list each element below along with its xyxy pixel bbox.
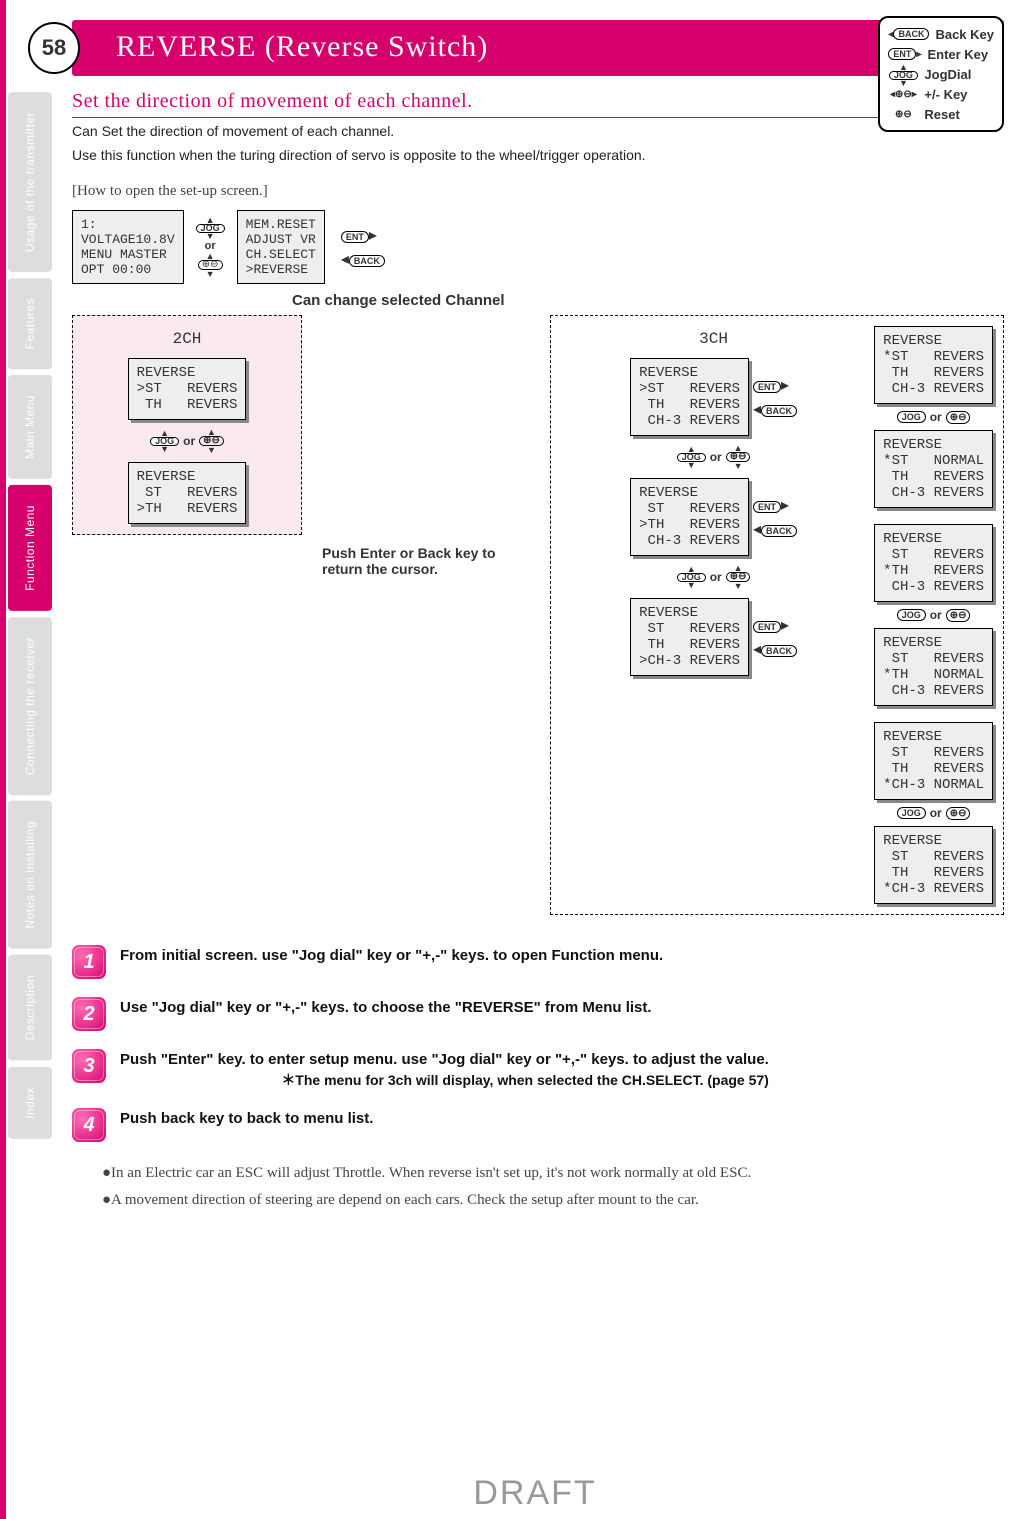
step-text-1: From initial screen. use "Jog dial" key … (120, 945, 663, 966)
lcd-3ch-r4: REVERSE ST REVERS TH REVERS *CH-3 NORMAL (874, 722, 993, 800)
tab-index[interactable]: Index (8, 1067, 52, 1139)
step-1: 1 From initial screen. use "Jog dial" ke… (72, 945, 1004, 979)
legend-enter: Enter Key (927, 47, 988, 62)
side-tabs: Usage of the transmitter Features Main M… (6, 0, 54, 1519)
2ch-panel: 2CH REVERSE >ST REVERS TH REVERS ▲JOG▼ o… (72, 315, 302, 535)
lcd-3ch-l1: REVERSE ST REVERS >TH REVERS CH-3 REVERS (630, 478, 749, 556)
cursor-hint: Push Enter or Back key to return the cur… (322, 545, 530, 577)
tab-function-menu[interactable]: Function Menu (8, 485, 52, 611)
lcd-3ch-r2: REVERSE ST REVERS *TH REVERS CH-3 REVERS (874, 524, 993, 602)
lcd-3ch-r5: REVERSE ST REVERS TH REVERS *CH-3 REVERS (874, 826, 993, 904)
step-badge-1: 1 (72, 945, 106, 979)
jog-icon: ▲JOG▼ (888, 62, 918, 87)
note-1: ●In an Electric car an ESC will adjust T… (102, 1162, 1004, 1185)
3ch-panel: 3CH REVERSE >ST REVERS TH REVERS CH-3 RE… (550, 315, 1004, 915)
step-badge-4: 4 (72, 1108, 106, 1142)
tab-description[interactable]: Description (8, 955, 52, 1061)
lcd-menu: MEM.RESET ADJUST VR CH.SELECT >REVERSE (237, 210, 325, 284)
subtitle: Set the direction of movement of each ch… (72, 90, 1004, 118)
tab-usage[interactable]: Usage of the transmitter (8, 92, 52, 272)
tab-main-menu[interactable]: Main Menu (8, 375, 52, 479)
step-sub-3: ＊The menu for 3ch will display, when sel… (120, 1070, 769, 1090)
page-number: 58 (28, 22, 80, 74)
lcd-initial: 1: VOLTAGE10.8V MENU MASTER OPT 00:00 (72, 210, 184, 284)
step-4: 4 Push back key to back to menu list. (72, 1108, 1004, 1142)
plusminus-icon: ◂⊕⊖▸ (888, 89, 918, 100)
legend-pm: +/- Key (924, 87, 967, 102)
reset-icon: ⊕⊖ (888, 109, 918, 120)
back-key-icon: ◂BACK (888, 28, 929, 40)
lcd-3ch-r3: REVERSE ST REVERS *TH NORMAL CH-3 REVERS (874, 628, 993, 706)
howto-heading: [How to open the set-up screen.] (72, 183, 1004, 200)
jog-or-pm-1: ▲JOG▼ or ▲⊕⊖▼ (196, 217, 225, 278)
ent-icon: ENT▸ (341, 225, 385, 245)
step-text-4: Push back key to back to menu list. (120, 1108, 373, 1129)
tab-features[interactable]: Features (8, 278, 52, 369)
intro-2: Use this function when the turing direct… (72, 146, 1004, 166)
key-legend: ◂BACK Back Key ENT▸ Enter Key ▲JOG▼ JogDial… (878, 16, 1004, 132)
lcd-3ch-r0: REVERSE *ST REVERS TH REVERS CH-3 REVERS (874, 326, 993, 404)
enter-key-icon: ENT▸ (888, 48, 921, 60)
change-channel-label: Can change selected Channel (292, 292, 1004, 309)
legend-back: Back Key (935, 27, 994, 42)
draft-watermark: DRAFT (473, 1474, 596, 1513)
step-badge-3: 3 (72, 1049, 106, 1083)
legend-reset: Reset (924, 107, 959, 122)
lcd-2ch-a: REVERSE >ST REVERS TH REVERS (128, 358, 247, 420)
2ch-title: 2CH (83, 330, 291, 348)
step-2: 2 Use "Jog dial" key or "+,-" keys. to c… (72, 997, 1004, 1031)
back-icon: ◂BACK (341, 249, 385, 269)
lcd-3ch-l2: REVERSE ST REVERS TH REVERS >CH-3 REVERS (630, 598, 749, 676)
lcd-3ch-r1: REVERSE *ST NORMAL TH REVERS CH-3 REVERS (874, 430, 993, 508)
step-badge-2: 2 (72, 997, 106, 1031)
step-text-2: Use "Jog dial" key or "+,-" keys. to cho… (120, 997, 652, 1018)
lcd-2ch-b: REVERSE ST REVERS >TH REVERS (128, 462, 247, 524)
lcd-3ch-l0: REVERSE >ST REVERS TH REVERS CH-3 REVERS (630, 358, 749, 436)
note-2: ●A movement direction of steering are de… (102, 1189, 1004, 1212)
tab-connecting[interactable]: Connecting the receiver (8, 617, 52, 795)
legend-jog: JogDial (924, 67, 971, 82)
step-text-3: Push "Enter" key. to enter setup menu. u… (120, 1049, 769, 1070)
step-3: 3 Push "Enter" key. to enter setup menu.… (72, 1049, 1004, 1090)
tab-notes[interactable]: Notes on installing (8, 801, 52, 949)
intro-1: Can Set the direction of movement of eac… (72, 122, 1004, 142)
3ch-title: 3CH (699, 330, 728, 348)
page-title: REVERSE (Reverse Switch) (72, 20, 1004, 76)
open-flow: 1: VOLTAGE10.8V MENU MASTER OPT 00:00 ▲J… (72, 210, 1004, 284)
